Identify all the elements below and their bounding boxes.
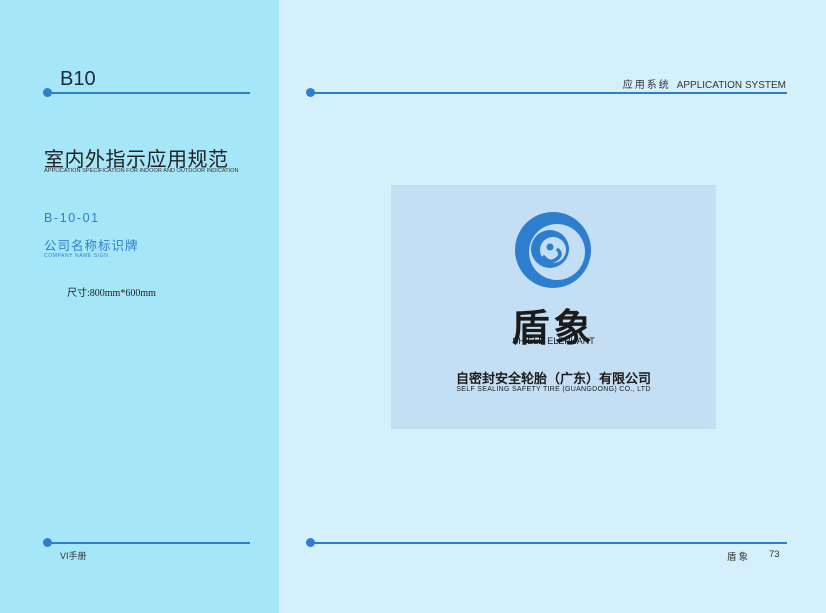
item-title: 公司名称标识牌 [44, 238, 139, 253]
top-left-rule [48, 92, 250, 94]
page-number: 73 [769, 549, 780, 560]
company-name-sign: 盾象 SHIELD ELEPHANT 自密封安全轮胎（广东）有限公司 SELF … [391, 185, 716, 429]
brand-name-en: SHIELD ELEPHANT [512, 336, 595, 346]
section-subtitle: APPLICATION SPECIFICATION FOR INDOOR AND… [44, 168, 239, 174]
system-header: 应用系统 APPLICATION SYSTEM [623, 76, 786, 91]
bottom-left-rule [48, 542, 250, 544]
section-code: B10 [60, 68, 96, 90]
top-right-rule [311, 92, 787, 94]
item-subtitle: COMPANY NAME SIGN [44, 253, 109, 259]
company-name-cn: 自密封安全轮胎（广东）有限公司 [455, 372, 651, 387]
item-code: B-10-01 [44, 211, 100, 225]
bottom-right-rule [311, 542, 787, 544]
system-label-cn: 应用系统 [622, 80, 671, 91]
footer-brand: 盾象 [727, 552, 751, 563]
manual-label: VI手册 [60, 551, 87, 561]
company-name-en: SELF SEALING SAFETY TIRE (GUANGDONG) CO.… [456, 386, 651, 393]
shield-elephant-logo-icon [515, 212, 591, 288]
sign-size: 尺寸:800mm*600mm [67, 288, 156, 299]
system-label-en: APPLICATION SYSTEM [676, 80, 786, 91]
